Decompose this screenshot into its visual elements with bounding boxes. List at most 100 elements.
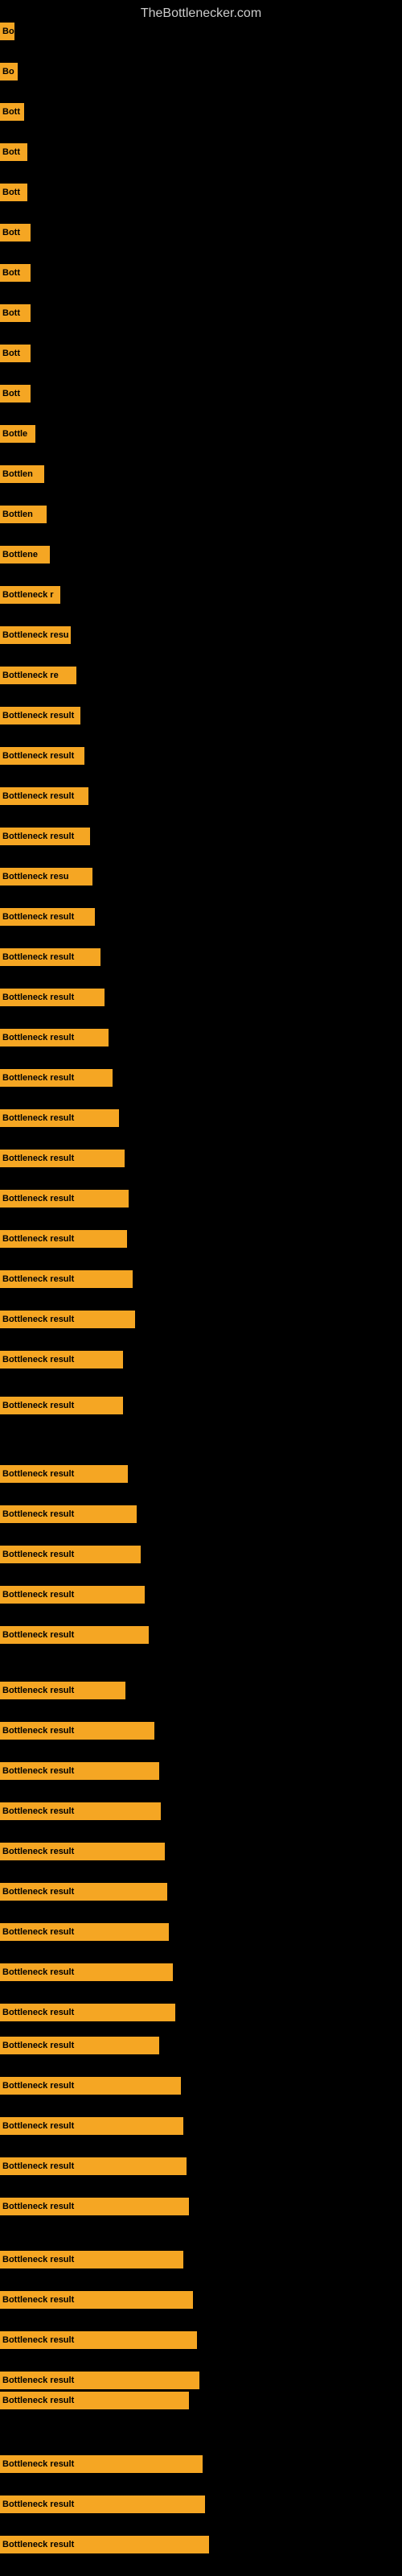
bottleneck-bar: Bottleneck result: [0, 1465, 128, 1483]
bar-row: Bottleneck result: [0, 2496, 205, 2513]
bar-row: Bottleneck result: [0, 2372, 199, 2389]
bottleneck-bar: Bott: [0, 385, 31, 402]
bottleneck-bar: Bottleneck result: [0, 2372, 199, 2389]
bottleneck-bar: Bottleneck resu: [0, 868, 92, 886]
bar-row: Bottleneck result: [0, 2392, 189, 2409]
bar-row: Bottleneck result: [0, 1546, 141, 1563]
bar-row: Bottleneck result: [0, 2291, 193, 2309]
bottleneck-bar: Bottleneck result: [0, 2392, 189, 2409]
bottleneck-bar: Bottleneck result: [0, 1546, 141, 1563]
bottleneck-bar: Bottleneck result: [0, 2077, 181, 2095]
bottleneck-bar: Bottleneck result: [0, 1586, 145, 1604]
bottleneck-bar: Bottleneck result: [0, 1230, 127, 1248]
bar-row: Bottleneck result: [0, 1109, 119, 1127]
bar-row: Bottleneck result: [0, 1190, 129, 1208]
bottleneck-bar: Bottleneck resu: [0, 626, 71, 644]
bottleneck-bar: Bottleneck result: [0, 2251, 183, 2268]
bottleneck-bar: Bottleneck result: [0, 948, 100, 966]
bar-row: Bottleneck result: [0, 1802, 161, 1820]
bar-row: Bottleneck result: [0, 2536, 209, 2553]
bar-row: Bottleneck result: [0, 1722, 154, 1740]
bottleneck-bar: Bottleneck result: [0, 2117, 183, 2135]
bottleneck-bar: Bottlen: [0, 506, 47, 523]
bottleneck-bar: Bottleneck result: [0, 1069, 113, 1087]
bar-row: Bott: [0, 184, 27, 201]
bar-row: Bottle: [0, 425, 35, 443]
bar-row: Bottleneck result: [0, 2117, 183, 2135]
bar-row: Bottleneck result: [0, 1465, 128, 1483]
bottleneck-bar: Bottleneck result: [0, 1190, 129, 1208]
bottleneck-bar: Bottleneck result: [0, 2157, 187, 2175]
bottleneck-bar: Bottleneck result: [0, 2004, 175, 2021]
bar-row: Bottleneck result: [0, 1963, 173, 1981]
bottleneck-bar: Bottleneck result: [0, 1883, 167, 1901]
bottleneck-bar: Bottleneck result: [0, 1722, 154, 1740]
bottleneck-bar: Bo: [0, 63, 18, 80]
bottleneck-bar: Bottleneck result: [0, 2198, 189, 2215]
bar-row: Bottleneck result: [0, 2331, 197, 2349]
bar-row: Bottlene: [0, 546, 50, 564]
bar-row: Bottleneck result: [0, 787, 88, 805]
bottleneck-bar: Bottleneck result: [0, 2536, 209, 2553]
bottleneck-bar: Bottleneck result: [0, 908, 95, 926]
bottleneck-bar: Bottleneck result: [0, 1351, 123, 1368]
bar-row: Bott: [0, 304, 31, 322]
bottleneck-bar: Bottleneck result: [0, 2037, 159, 2054]
bottleneck-bar: Bottleneck result: [0, 1963, 173, 1981]
bar-row: Bottleneck result: [0, 1626, 149, 1644]
bar-row: Bott: [0, 224, 31, 242]
bottleneck-bar: Bottleneck result: [0, 1029, 109, 1046]
bar-row: Bottleneck result: [0, 707, 80, 724]
bottleneck-bar: Bottleneck result: [0, 1802, 161, 1820]
bar-row: Bottleneck result: [0, 2037, 159, 2054]
bottleneck-bar: Bottleneck result: [0, 1923, 169, 1941]
bar-row: Bottleneck result: [0, 1029, 109, 1046]
bar-row: Bo: [0, 23, 14, 40]
bar-row: Bottleneck resu: [0, 868, 92, 886]
bar-row: Bottleneck result: [0, 908, 95, 926]
bar-row: Bottlen: [0, 465, 44, 483]
bottleneck-bar: Bottleneck result: [0, 2331, 197, 2349]
bottleneck-bar: Bottleneck result: [0, 707, 80, 724]
bottleneck-bar: Bottleneck re: [0, 667, 76, 684]
bottleneck-bar: Bottleneck result: [0, 989, 105, 1006]
bottleneck-bar: Bottleneck result: [0, 787, 88, 805]
bar-row: Bott: [0, 143, 27, 161]
bar-row: Bottleneck result: [0, 1843, 165, 1860]
bar-row: Bottleneck result: [0, 1682, 125, 1699]
bottleneck-bar: Bottleneck result: [0, 747, 84, 765]
bottleneck-bar: Bottleneck result: [0, 1270, 133, 1288]
bottleneck-bar: Bottleneck result: [0, 1311, 135, 1328]
bar-row: Bottleneck result: [0, 2198, 189, 2215]
site-title: TheBottlenecker.com: [0, 0, 402, 24]
bottleneck-bar: Bott: [0, 103, 24, 121]
bottleneck-bar: Bott: [0, 304, 31, 322]
bottleneck-bar: Bottleneck result: [0, 828, 90, 845]
bottleneck-bar: Bo: [0, 23, 14, 40]
bar-row: Bottleneck result: [0, 1230, 127, 1248]
bar-row: Bottleneck result: [0, 747, 84, 765]
bottleneck-bar: Bottleneck result: [0, 1626, 149, 1644]
bar-row: Bottleneck result: [0, 1505, 137, 1523]
bottleneck-bar: Bott: [0, 143, 27, 161]
bar-row: Bottleneck result: [0, 948, 100, 966]
bottleneck-bar: Bottleneck result: [0, 1505, 137, 1523]
bar-row: Bott: [0, 385, 31, 402]
bar-row: Bottleneck re: [0, 667, 76, 684]
bottleneck-bar: Bottleneck result: [0, 1150, 125, 1167]
bottleneck-bar: Bott: [0, 184, 27, 201]
bottleneck-bar: Bottlene: [0, 546, 50, 564]
bar-row: Bottleneck r: [0, 586, 60, 604]
bottleneck-bar: Bottleneck result: [0, 2496, 205, 2513]
bar-row: Bottleneck result: [0, 828, 90, 845]
bar-row: Bottleneck result: [0, 989, 105, 1006]
bar-row: Bottleneck result: [0, 1150, 125, 1167]
bar-row: Bo: [0, 63, 18, 80]
bar-row: Bott: [0, 264, 31, 282]
bar-row: Bottleneck result: [0, 2077, 181, 2095]
bar-row: Bottleneck result: [0, 1069, 113, 1087]
bottleneck-bar: Bottleneck result: [0, 1109, 119, 1127]
bar-row: Bottleneck result: [0, 2455, 203, 2473]
bottleneck-bar: Bottleneck result: [0, 1397, 123, 1414]
bar-row: Bottleneck result: [0, 1762, 159, 1780]
